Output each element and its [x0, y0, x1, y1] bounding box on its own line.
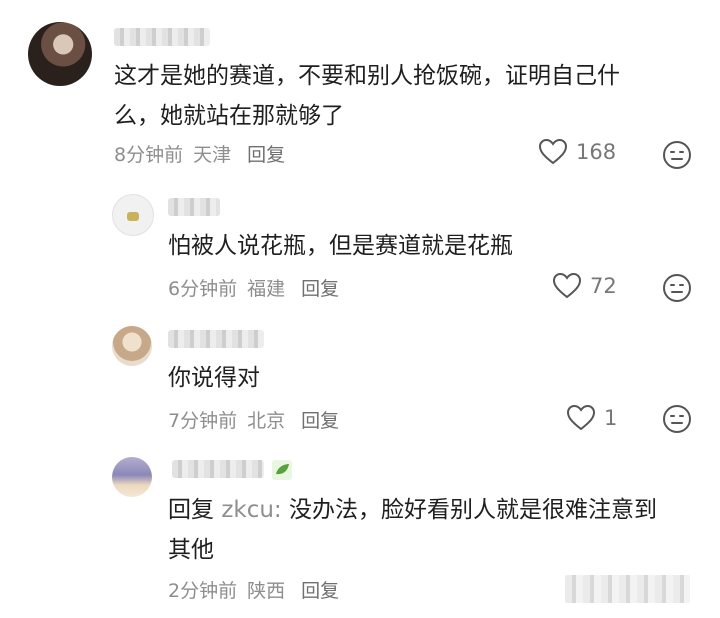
reply-button[interactable]: 回复 — [247, 144, 285, 166]
reply-button[interactable]: 回复 — [301, 278, 339, 300]
comment-meta: 6分钟前 福建 回复 — [168, 274, 339, 301]
like-button[interactable]: 168 — [538, 138, 616, 166]
comment-meta: 2分钟前 陕西 回复 — [168, 576, 339, 603]
leaf-badge-icon — [272, 460, 292, 480]
comment-location: 北京 — [247, 410, 286, 432]
neutral-face-icon[interactable] — [662, 273, 692, 303]
reply-prefix: 回复 — [168, 497, 214, 523]
comment-text-content: 没办法，脸好看别人就是很难注意到 — [289, 497, 657, 523]
neutral-face-icon[interactable] — [662, 140, 692, 170]
reply-button[interactable]: 回复 — [301, 580, 339, 602]
comment-text-line: 怕被人说花瓶，但是赛道就是花瓶 — [168, 233, 513, 259]
heart-outline-icon — [538, 138, 568, 165]
comment-time: 7分钟前 — [168, 410, 238, 432]
comment-time: 6分钟前 — [168, 278, 238, 300]
comment-meta: 7分钟前 北京 回复 — [168, 406, 339, 433]
like-count: 72 — [590, 274, 617, 298]
heart-outline-icon — [566, 404, 596, 431]
like-count: 168 — [576, 140, 617, 164]
comment-text-line: 其他 — [168, 537, 214, 563]
neutral-face-icon[interactable] — [662, 404, 692, 434]
comment-text-line: 回复 zkcu: 没办法，脸好看别人就是很难注意到 — [168, 490, 657, 530]
avatar[interactable] — [112, 326, 152, 366]
comment-time: 8分钟前 — [114, 144, 184, 166]
reply-button[interactable]: 回复 — [301, 410, 339, 432]
comment-location: 陕西 — [247, 580, 286, 602]
like-count: 1 — [604, 406, 618, 430]
username-redacted[interactable] — [114, 28, 210, 46]
comment-text-line: 这才是她的赛道，不要和别人抢饭碗，证明自己什 — [114, 63, 620, 89]
avatar[interactable] — [112, 194, 154, 236]
avatar[interactable] — [28, 22, 92, 86]
comment-text-line: 么，她就站在那就够了 — [114, 103, 344, 129]
username-redacted[interactable] — [168, 330, 264, 348]
username-redacted[interactable] — [172, 460, 264, 478]
comment-location: 天津 — [193, 144, 232, 166]
comment-time: 2分钟前 — [168, 580, 238, 602]
username-redacted[interactable] — [168, 198, 220, 216]
like-button[interactable]: 1 — [566, 404, 617, 432]
mention-link[interactable]: zkcu: — [221, 497, 281, 523]
comment-meta: 8分钟前 天津 回复 — [114, 140, 285, 167]
watermark-redacted — [565, 575, 690, 603]
comment-text-line: 你说得对 — [168, 365, 260, 391]
like-button[interactable]: 72 — [552, 272, 617, 300]
heart-outline-icon — [552, 272, 582, 299]
avatar-badge — [127, 212, 139, 221]
comment-location: 福建 — [247, 278, 286, 300]
avatar[interactable] — [112, 457, 152, 497]
